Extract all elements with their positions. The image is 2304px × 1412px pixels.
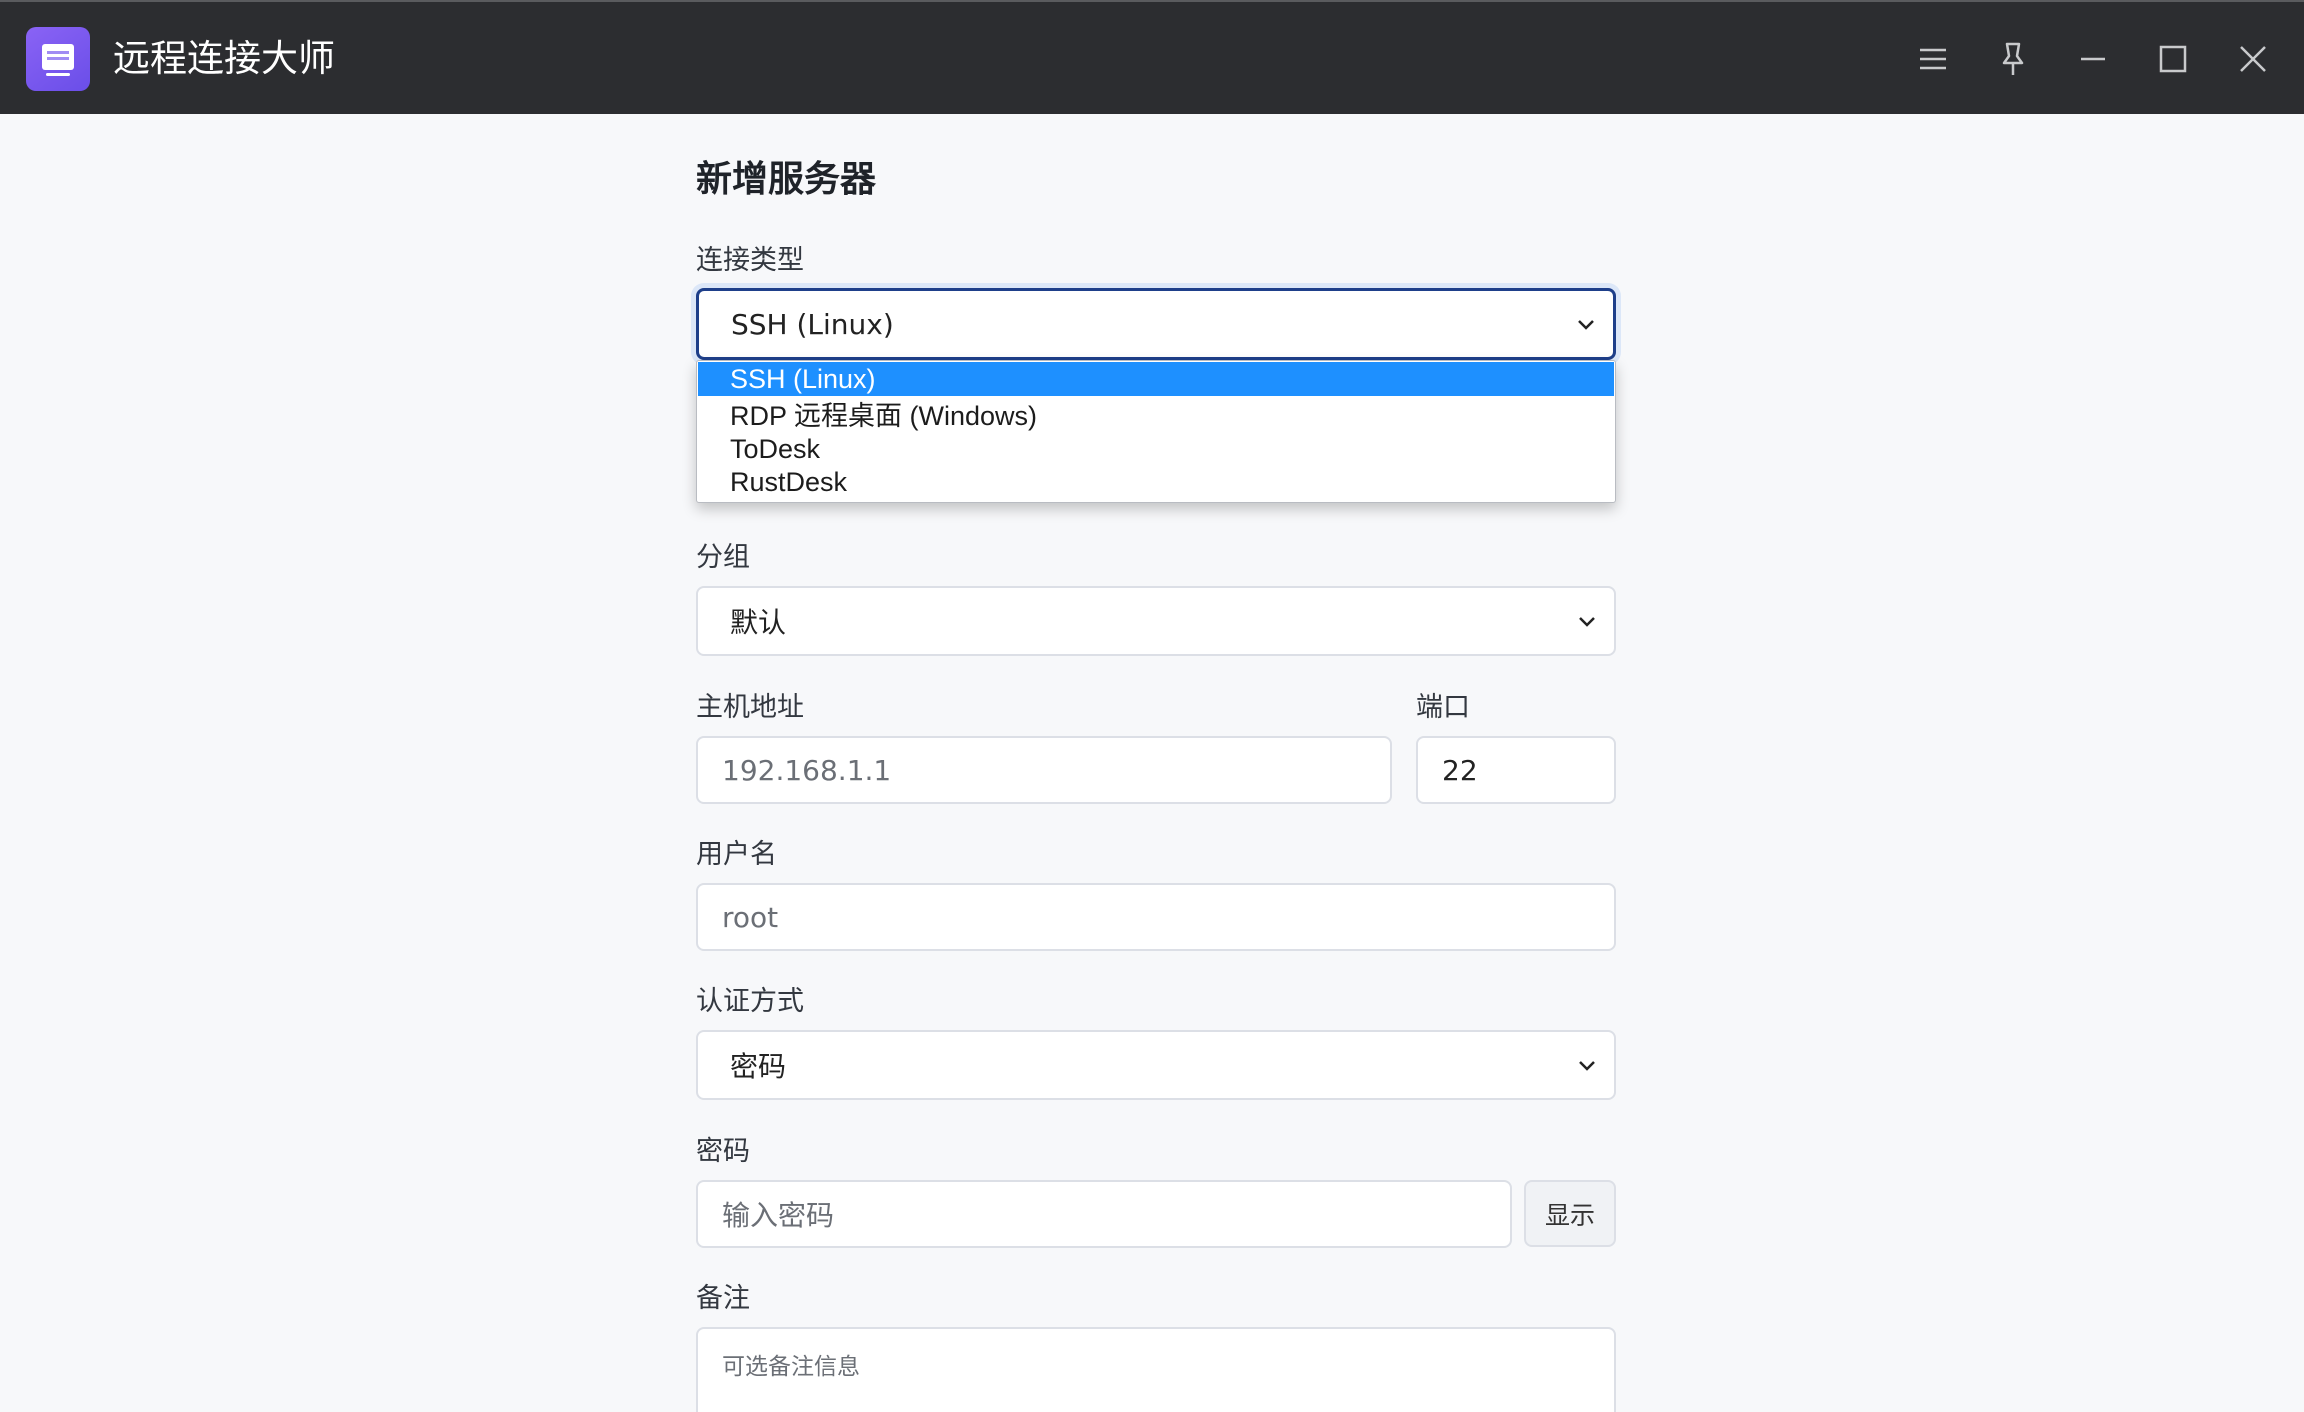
auth-method-label: 认证方式 xyxy=(696,986,804,1017)
password-input[interactable]: 输入密码 xyxy=(696,1180,1512,1248)
connection-type-value: SSH (Linux) xyxy=(731,307,894,341)
auth-method-select[interactable]: 密码 xyxy=(696,1030,1616,1100)
chevron-down-icon xyxy=(1579,1061,1595,1071)
show-password-button[interactable]: 显示 xyxy=(1524,1180,1616,1247)
group-label: 分组 xyxy=(696,542,750,573)
dropdown-option-ssh[interactable]: SSH (Linux) xyxy=(698,362,1614,396)
minimize-icon[interactable] xyxy=(2066,32,2120,86)
page-title: 新增服务器 xyxy=(696,159,877,200)
chevron-down-icon xyxy=(1578,320,1594,330)
host-input[interactable]: 192.168.1.1 xyxy=(696,736,1392,804)
group-value: 默认 xyxy=(730,606,787,639)
username-input[interactable]: root xyxy=(696,883,1616,951)
chevron-down-icon xyxy=(1579,617,1595,627)
app-title: 远程连接大师 xyxy=(113,37,335,80)
close-icon[interactable] xyxy=(2226,32,2280,86)
auth-method-value: 密码 xyxy=(730,1050,787,1083)
maximize-icon[interactable] xyxy=(2146,32,2200,86)
dropdown-option-todesk[interactable]: ToDesk xyxy=(698,432,1614,466)
notes-label: 备注 xyxy=(696,1283,750,1314)
connection-type-label: 连接类型 xyxy=(696,245,804,276)
password-label: 密码 xyxy=(696,1136,750,1167)
pin-icon[interactable] xyxy=(1986,32,2040,86)
connection-type-dropdown: SSH (Linux) RDP 远程桌面 (Windows) ToDesk Ru… xyxy=(696,360,1616,503)
connection-type-select[interactable]: SSH (Linux) xyxy=(696,288,1616,360)
port-label: 端口 xyxy=(1416,692,1470,723)
monitor-icon xyxy=(26,27,90,91)
username-label: 用户名 xyxy=(696,839,777,870)
notes-textarea[interactable]: 可选备注信息 xyxy=(696,1327,1616,1412)
dropdown-option-rustdesk[interactable]: RustDesk xyxy=(698,465,1614,499)
group-select[interactable]: 默认 xyxy=(696,586,1616,656)
menu-icon[interactable] xyxy=(1906,32,1960,86)
dropdown-option-rdp[interactable]: RDP 远程桌面 (Windows) xyxy=(698,399,1614,433)
port-input[interactable]: 22 xyxy=(1416,736,1616,804)
host-label: 主机地址 xyxy=(696,692,804,723)
title-bar: 远程连接大师 xyxy=(0,0,2304,114)
